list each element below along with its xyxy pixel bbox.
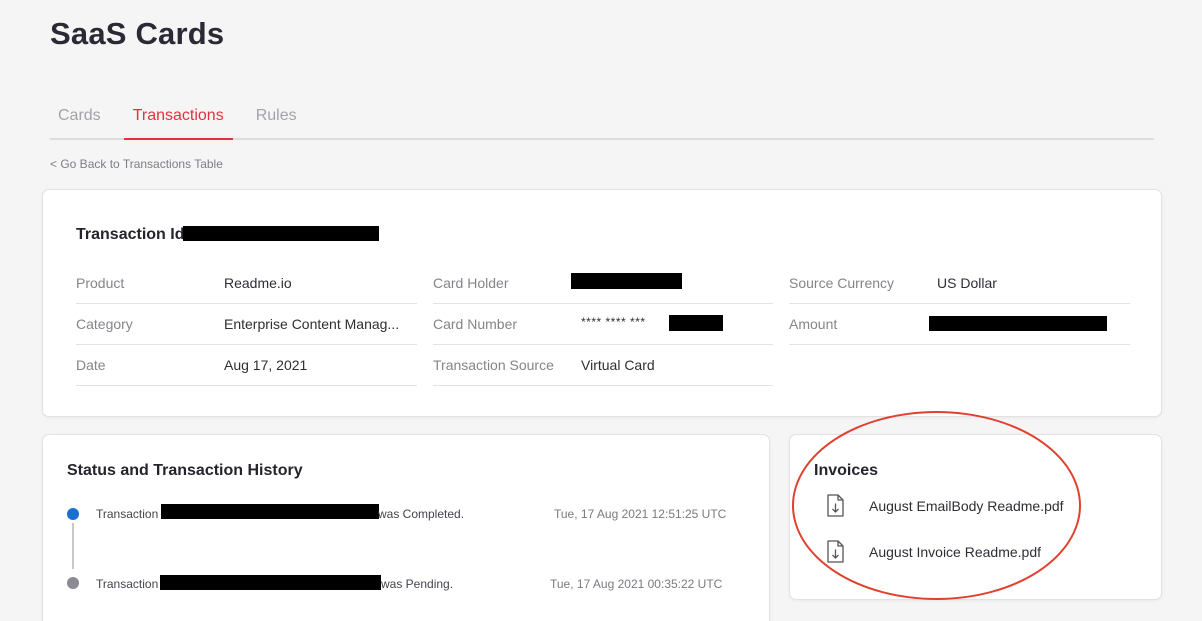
invoice-file-name[interactable]: August Invoice Readme.pdf [869, 544, 1041, 560]
invoice-file-name[interactable]: August EmailBody Readme.pdf [869, 498, 1064, 514]
transaction-details-card: Transaction Id Product Readme.io Categor… [42, 189, 1162, 417]
timeline-connector [72, 523, 74, 569]
page-title: SaaS Cards [50, 16, 225, 51]
field-amount: Amount [789, 303, 1130, 345]
field-label: Card Number [433, 316, 518, 332]
redacted-amount [929, 316, 1107, 331]
field-card-holder: Card Holder [433, 262, 773, 304]
tab-cards[interactable]: Cards [58, 100, 101, 140]
field-label: Source Currency [789, 275, 895, 291]
field-product: Product Readme.io [76, 262, 417, 304]
transaction-id-title: Transaction Id [76, 226, 185, 243]
field-label: Date [76, 357, 106, 373]
tab-transactions[interactable]: Transactions [123, 100, 233, 140]
back-to-transactions-link[interactable]: < Go Back to Transactions Table [50, 157, 223, 171]
field-transaction-source: Transaction Source Virtual Card [433, 344, 773, 386]
field-source-currency: Source Currency US Dollar [789, 262, 1130, 304]
history-item-text: Transaction [96, 507, 159, 521]
field-value: US Dollar [937, 275, 997, 291]
field-value: Enterprise Content Manag... [224, 316, 400, 332]
field-value: Virtual Card [581, 357, 655, 373]
field-value: **** **** *** [581, 315, 646, 329]
redacted-history-id [161, 504, 379, 519]
field-date: Date Aug 17, 2021 [76, 344, 417, 386]
tab-rules[interactable]: Rules [256, 100, 297, 140]
field-label: Category [76, 316, 133, 332]
field-category: Category Enterprise Content Manag... [76, 303, 417, 345]
redacted-transaction-id [183, 226, 379, 241]
redacted-card-number [669, 315, 723, 331]
field-value: Aug 17, 2021 [224, 357, 308, 373]
field-label: Product [76, 275, 125, 291]
invoices-title: Invoices [814, 462, 879, 479]
field-card-number: Card Number **** **** *** [433, 303, 773, 345]
history-title: Status and Transaction History [67, 462, 303, 479]
redacted-card-holder [571, 273, 682, 289]
history-item-status: was Completed. [378, 507, 465, 521]
tab-bar: Cards Transactions Rules [50, 100, 1154, 140]
history-item-text: Transaction [96, 577, 159, 591]
status-completed-dot [67, 508, 79, 520]
invoices-card: Invoices August EmailBody Readme.pdf Aug… [789, 434, 1162, 600]
history-item-time: Tue, 17 Aug 2021 12:51:25 UTC [554, 507, 727, 521]
redacted-history-id [160, 575, 381, 590]
status-pending-dot [67, 577, 79, 589]
history-item-status: was Pending. [381, 577, 454, 591]
status-history-card: Status and Transaction History Transacti… [42, 434, 770, 621]
file-download-icon [826, 540, 846, 569]
field-label: Transaction Source [433, 357, 554, 373]
field-label: Amount [789, 316, 838, 332]
field-value: Readme.io [224, 275, 292, 291]
history-item-time: Tue, 17 Aug 2021 00:35:22 UTC [550, 577, 723, 591]
field-label: Card Holder [433, 275, 509, 291]
file-download-icon [826, 494, 846, 523]
